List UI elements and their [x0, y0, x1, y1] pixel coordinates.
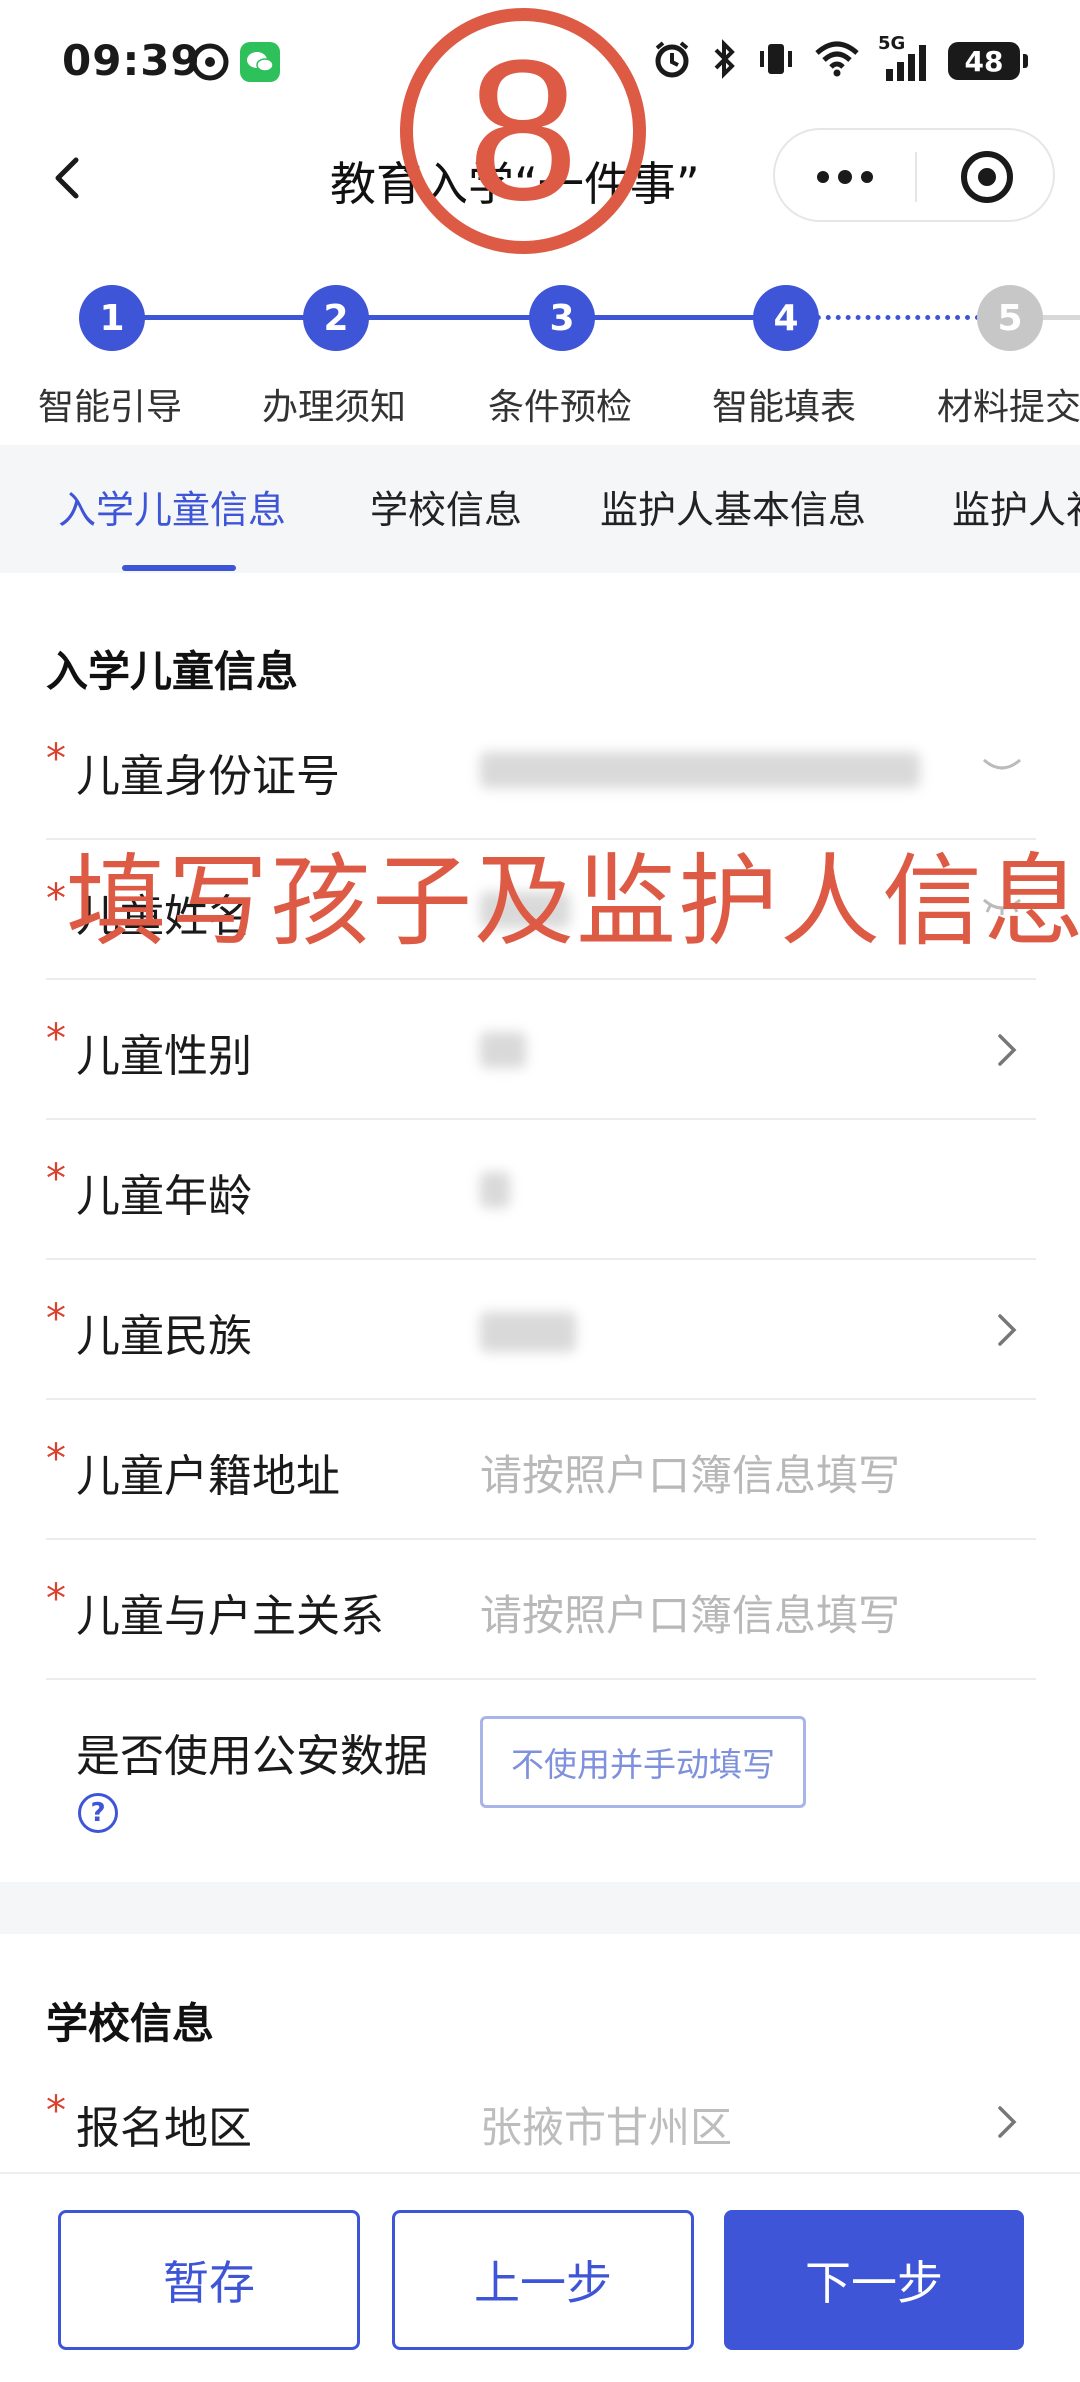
- required-mark: *: [46, 1576, 66, 1622]
- status-right-group: 5G 48: [652, 33, 1028, 86]
- form-tabs: 入学儿童信息 学校信息 监护人基本信息 监护人补充信息: [0, 445, 1080, 573]
- field-label: 报名地区: [76, 2103, 252, 2154]
- step-label-4: 智能填表: [712, 387, 857, 428]
- required-mark: *: [46, 1016, 66, 1062]
- tab-guardian-extra[interactable]: 监护人补充信息: [952, 479, 1080, 534]
- field-label: 儿童性别: [76, 1031, 252, 1082]
- status-time: 09:39: [62, 36, 201, 85]
- caption-annotation: 填写孩子及监护人信息: [66, 843, 1080, 960]
- step-circle-2: 2: [303, 285, 369, 351]
- tab-guardian-basic[interactable]: 监护人基本信息: [600, 479, 866, 534]
- required-mark: *: [46, 2088, 66, 2134]
- bluetooth-icon: [710, 39, 738, 83]
- field-row-region[interactable]: * 报名地区 张掖市甘州区: [46, 2052, 1036, 2172]
- redacted-value: [480, 1032, 526, 1068]
- wechat-icon: [240, 42, 280, 82]
- page-title: 教育入学“一件事”: [330, 157, 700, 211]
- tab-school-info[interactable]: 学校信息: [370, 479, 522, 534]
- alarm-icon: [652, 39, 692, 83]
- required-mark: *: [46, 1296, 66, 1342]
- step-label-2: 办理须知: [262, 387, 407, 428]
- section-title-child: 入学儿童信息: [46, 647, 299, 696]
- status-bar: 09:39 5G 48: [0, 0, 1080, 120]
- section-separator: [0, 1882, 1080, 1934]
- progress-steps: 1 2 3 4 5 智能引导 办理须知 条件预检 智能填表 材料提交: [0, 270, 1080, 440]
- address-input-placeholder[interactable]: 请按照户口簿信息填写: [480, 1442, 900, 1503]
- field-row-child-age[interactable]: * 儿童年龄: [46, 1120, 1036, 1260]
- wifi-icon: [814, 39, 860, 83]
- vibrate-icon: [756, 39, 796, 83]
- required-mark: *: [46, 876, 66, 922]
- back-chevron-icon[interactable]: [40, 148, 100, 208]
- previous-step-button[interactable]: 上一步: [392, 2210, 694, 2350]
- step-circle-3: 3: [529, 285, 595, 351]
- eye-hidden-icon[interactable]: [980, 754, 1024, 782]
- miniprogram-capsule: [773, 128, 1055, 222]
- redacted-value: [480, 752, 920, 788]
- step-circle-5: 5: [977, 285, 1043, 351]
- battery-level: 48: [964, 44, 1004, 78]
- help-icon[interactable]: ?: [78, 1793, 118, 1833]
- field-label: 儿童身份证号: [76, 751, 340, 802]
- redacted-value: [480, 1312, 576, 1352]
- chevron-right-icon: [992, 1310, 1022, 1350]
- more-dots-icon[interactable]: [775, 130, 915, 224]
- battery-icon: 48: [948, 42, 1028, 80]
- field-row-child-relation[interactable]: * 儿童与户主关系 请按照户口簿信息填写: [46, 1540, 1036, 1680]
- section-title-school: 学校信息: [46, 1999, 215, 2048]
- field-label: 儿童民族: [76, 1311, 252, 1362]
- step-circle-1: 1: [79, 285, 145, 351]
- network-type-label: 5G: [878, 33, 906, 54]
- field-row-child-gender[interactable]: * 儿童性别: [46, 980, 1036, 1120]
- step-label-5: 材料提交: [937, 387, 1080, 428]
- required-mark: *: [46, 736, 66, 782]
- region-value[interactable]: 张掖市甘州区: [480, 2094, 732, 2155]
- active-tab-indicator: [122, 565, 236, 571]
- field-row-child-address[interactable]: * 儿童户籍地址 请按照户口簿信息填写: [46, 1400, 1036, 1540]
- field-row-child-ethnicity[interactable]: * 儿童民族: [46, 1260, 1036, 1400]
- chevron-right-icon: [992, 2102, 1022, 2142]
- notification-app-icon: [190, 42, 230, 82]
- target-close-icon[interactable]: [917, 130, 1057, 224]
- step-circle-4: 4: [753, 285, 819, 351]
- field-label: 儿童年龄: [76, 1171, 252, 1222]
- redacted-value: [480, 1172, 510, 1208]
- bottom-action-bar: 暂存 上一步 下一步: [0, 2172, 1080, 2382]
- field-label: 是否使用公安数据: [76, 1731, 428, 1782]
- next-step-button[interactable]: 下一步: [724, 2210, 1024, 2350]
- signal-icon: 5G: [878, 33, 930, 83]
- required-mark: *: [46, 1156, 66, 1202]
- nav-bar: 教育入学“一件事”: [0, 120, 1080, 230]
- manual-fill-button[interactable]: 不使用并手动填写: [480, 1716, 806, 1808]
- relation-input-placeholder[interactable]: 请按照户口簿信息填写: [480, 1582, 900, 1643]
- chevron-right-icon: [992, 1030, 1022, 1070]
- field-row-child-id[interactable]: * 儿童身份证号: [46, 700, 1036, 840]
- step-connector: [1040, 315, 1080, 320]
- required-mark: *: [46, 1436, 66, 1482]
- field-label: 儿童与户主关系: [76, 1591, 384, 1642]
- step-label-3: 条件预检: [488, 387, 633, 428]
- tab-child-info[interactable]: 入学儿童信息: [58, 479, 286, 534]
- save-draft-button[interactable]: 暂存: [58, 2210, 360, 2350]
- step-label-1: 智能引导: [38, 387, 183, 428]
- field-label: 儿童户籍地址: [76, 1451, 340, 1502]
